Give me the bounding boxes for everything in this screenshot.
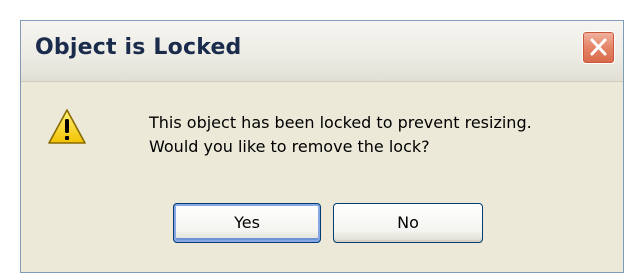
dialog-message: This object has been locked to prevent r… [149, 111, 532, 159]
title-bar[interactable]: Object is Locked [21, 21, 623, 82]
message-line: Would you like to remove the lock? [149, 137, 430, 156]
close-button[interactable] [582, 31, 615, 64]
warning-icon [48, 109, 86, 144]
dialog-body: This object has been locked to prevent r… [21, 81, 623, 272]
yes-button[interactable]: Yes [173, 203, 321, 243]
no-button[interactable]: No [333, 203, 483, 243]
close-icon [590, 38, 607, 56]
dialog-window: Object is Locked This object has been lo… [20, 20, 624, 273]
screen: Object is Locked This object has been lo… [0, 0, 629, 280]
dialog-title: Object is Locked [35, 35, 242, 60]
message-line: This object has been locked to prevent r… [149, 113, 532, 132]
